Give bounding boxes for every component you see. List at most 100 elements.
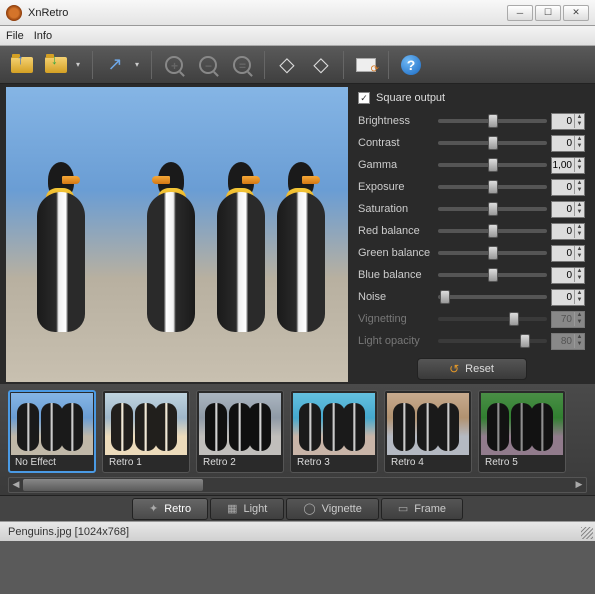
spin-up[interactable]: ▲ [575, 202, 584, 209]
square-output-checkbox[interactable]: ✓ [358, 92, 370, 104]
zoom-fit-button[interactable]: = [228, 51, 256, 79]
help-button[interactable]: ? [397, 51, 425, 79]
zoom-out-icon: − [199, 56, 217, 74]
red-balance-spinbox[interactable]: ▲▼ [551, 223, 585, 240]
maximize-button[interactable]: ☐ [535, 5, 561, 21]
spin-input[interactable] [552, 138, 574, 149]
spin-up[interactable]: ▲ [575, 246, 584, 253]
blue-balance-slider[interactable] [438, 273, 547, 277]
tab-vignette[interactable]: ◯Vignette [286, 498, 378, 520]
spin-up[interactable]: ▲ [575, 268, 584, 275]
close-button[interactable]: ✕ [563, 5, 589, 21]
effect-thumb-2[interactable]: Retro 2 [196, 390, 284, 473]
noise-spinbox[interactable]: ▲▼ [551, 289, 585, 306]
spin-input[interactable] [552, 204, 574, 215]
reset-button[interactable]: ↺ Reset [417, 358, 527, 380]
effect-thumb-1[interactable]: Retro 1 [102, 390, 190, 473]
spin-up[interactable]: ▲ [575, 136, 584, 143]
spin-down[interactable]: ▼ [575, 297, 584, 304]
green-balance-spinbox[interactable]: ▲▼ [551, 245, 585, 262]
open-button[interactable]: ↑ [8, 51, 36, 79]
spin-input[interactable] [552, 160, 574, 171]
spin-up[interactable]: ▲ [575, 114, 584, 121]
tab-label: Retro [164, 503, 191, 515]
spin-input[interactable] [552, 270, 574, 281]
scrollbar-thumb[interactable] [23, 479, 203, 491]
blue-balance-spinbox[interactable]: ▲▼ [551, 267, 585, 284]
tab-light[interactable]: ▦Light [210, 498, 284, 520]
brightness-slider[interactable] [438, 119, 547, 123]
effect-thumb-3[interactable]: Retro 3 [290, 390, 378, 473]
exposure-spinbox[interactable]: ▲▼ [551, 179, 585, 196]
slider-thumb[interactable] [488, 136, 498, 150]
spin-up[interactable]: ▲ [575, 158, 584, 165]
spin-down[interactable]: ▼ [575, 165, 584, 172]
share-dropdown[interactable]: ▾ [135, 60, 143, 69]
slider-thumb[interactable] [488, 180, 498, 194]
spin-up[interactable]: ▲ [575, 224, 584, 231]
effect-thumb-4[interactable]: Retro 4 [384, 390, 472, 473]
spin-down[interactable]: ▼ [575, 275, 584, 282]
slider-thumb[interactable] [440, 290, 450, 304]
slider-thumb[interactable] [488, 268, 498, 282]
contrast-slider[interactable] [438, 141, 547, 145]
light-opacity-slider [438, 339, 547, 343]
effect-thumb-0[interactable]: No Effect [8, 390, 96, 473]
rotate-right-button[interactable]: ◇ [307, 51, 335, 79]
effect-preview [105, 393, 187, 455]
zoom-out-button[interactable]: − [194, 51, 222, 79]
rotate-left-button[interactable]: ◇ [273, 51, 301, 79]
spin-up: ▲ [575, 312, 584, 319]
effect-thumb-5[interactable]: Retro 5 [478, 390, 566, 473]
spin-input[interactable] [552, 292, 574, 303]
effects-scrollbar[interactable]: ◀ ▶ [8, 477, 587, 493]
saturation-spinbox[interactable]: ▲▼ [551, 201, 585, 218]
slider-thumb[interactable] [488, 246, 498, 260]
spin-input[interactable] [552, 182, 574, 193]
spin-down[interactable]: ▼ [575, 209, 584, 216]
spin-down[interactable]: ▼ [575, 121, 584, 128]
spin-down[interactable]: ▼ [575, 253, 584, 260]
exposure-slider[interactable] [438, 185, 547, 189]
spin-down[interactable]: ▼ [575, 231, 584, 238]
saturation-slider[interactable] [438, 207, 547, 211]
spin-up[interactable]: ▲ [575, 290, 584, 297]
green-balance-slider[interactable] [438, 251, 547, 255]
spin-up[interactable]: ▲ [575, 180, 584, 187]
tab-frame[interactable]: ▭Frame [381, 498, 463, 520]
scroll-right-arrow[interactable]: ▶ [573, 479, 585, 491]
contrast-spinbox[interactable]: ▲▼ [551, 135, 585, 152]
save-dropdown[interactable]: ▾ [76, 60, 84, 69]
menu-info[interactable]: Info [34, 30, 52, 42]
spin-input[interactable] [552, 116, 574, 127]
spin-down[interactable]: ▼ [575, 143, 584, 150]
minimize-button[interactable]: ─ [507, 5, 533, 21]
save-button[interactable]: ↓ [42, 51, 70, 79]
effect-label: Retro 3 [293, 455, 375, 470]
brightness-spinbox[interactable]: ▲▼ [551, 113, 585, 130]
spin-down[interactable]: ▼ [575, 187, 584, 194]
slider-label-2: Gamma [358, 159, 434, 171]
slider-thumb[interactable] [488, 202, 498, 216]
folder-open-icon: ↑ [11, 57, 33, 73]
tab-retro[interactable]: ✦Retro [132, 498, 208, 520]
effect-preview [199, 393, 281, 455]
slider-thumb[interactable] [488, 114, 498, 128]
spin-input[interactable] [552, 226, 574, 237]
zoom-in-button[interactable]: + [160, 51, 188, 79]
slider-thumb[interactable] [488, 224, 498, 238]
scroll-left-arrow[interactable]: ◀ [10, 479, 22, 491]
gamma-slider[interactable] [438, 163, 547, 167]
noise-slider[interactable] [438, 295, 547, 299]
settings-button[interactable] [352, 51, 380, 79]
menu-file[interactable]: File [6, 30, 24, 42]
toolbar: ↑ ↓ ▾ ↗ ▾ + − = ◇ ◇ ? [0, 46, 595, 84]
slider-thumb[interactable] [488, 158, 498, 172]
spin-input[interactable] [552, 248, 574, 259]
resize-grip[interactable] [581, 527, 593, 539]
settings-icon [356, 58, 376, 72]
gamma-spinbox[interactable]: ▲▼ [551, 157, 585, 174]
red-balance-slider[interactable] [438, 229, 547, 233]
reset-label: Reset [465, 363, 494, 375]
share-button[interactable]: ↗ [101, 51, 129, 79]
